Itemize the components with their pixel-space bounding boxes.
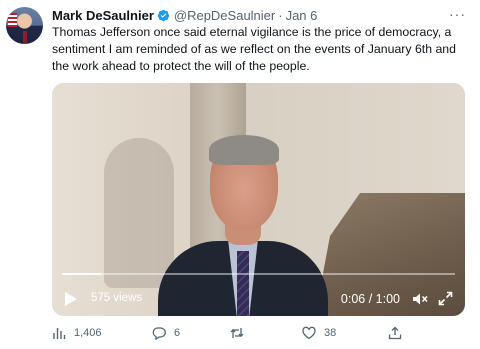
reply-action[interactable]: 6	[152, 326, 180, 340]
speaker-hair	[209, 135, 279, 165]
video-player[interactable]: 575 views 0:06 / 1:00	[52, 83, 465, 316]
more-icon[interactable]: ···	[449, 6, 466, 22]
tweet-date[interactable]: Jan 6	[286, 8, 318, 23]
share-action[interactable]	[388, 326, 410, 340]
author-handle[interactable]: @RepDeSaulnier	[174, 8, 275, 23]
fullscreen-icon[interactable]	[438, 291, 453, 306]
volume-muted-icon[interactable]	[412, 292, 428, 306]
verified-badge-icon	[157, 9, 170, 22]
share-icon	[388, 326, 402, 340]
tweet[interactable]: Mark DeSaulnier @RepDeSaulnier · Jan 6 ·…	[0, 0, 480, 349]
avatar[interactable]	[6, 7, 43, 44]
reply-count: 6	[174, 327, 181, 339]
video-controls: 575 views 0:06 / 1:00	[52, 282, 465, 316]
video-progress-fill	[62, 273, 102, 275]
retweet-icon	[230, 328, 244, 338]
retweet-action[interactable]	[230, 326, 252, 340]
analytics-action[interactable]: 1,406	[52, 326, 102, 340]
flag-graphic	[8, 13, 17, 27]
video-progress-bar[interactable]	[62, 273, 455, 275]
tie-graphic	[23, 31, 27, 44]
video-shadow	[104, 138, 174, 288]
play-icon[interactable]	[64, 291, 78, 307]
video-time: 0:06 / 1:00	[340, 292, 400, 306]
like-action[interactable]: 38	[302, 326, 336, 340]
tweet-actions: 1,406 6 38	[52, 326, 472, 344]
tweet-header: Mark DeSaulnier @RepDeSaulnier · Jan 6	[52, 6, 317, 24]
view-count: 575 views	[91, 292, 143, 304]
separator-dot: ·	[278, 7, 283, 23]
analytics-count: 1,406	[74, 327, 102, 339]
tweet-text: Thomas Jefferson once said eternal vigil…	[52, 25, 456, 73]
reply-icon	[152, 327, 166, 340]
author-name[interactable]: Mark DeSaulnier	[52, 8, 154, 23]
like-count: 38	[324, 327, 337, 339]
like-icon	[302, 326, 316, 340]
analytics-icon	[53, 328, 66, 339]
